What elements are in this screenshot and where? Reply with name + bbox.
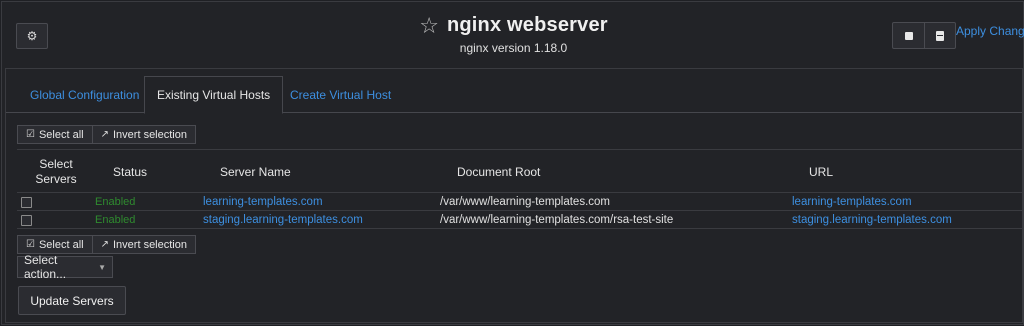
select-all-label: Select all <box>38 238 84 251</box>
tabs-panel: Global Configuration Existing Virtual Ho… <box>5 68 1023 323</box>
select-action-value: Select action... <box>24 253 67 281</box>
header-document-root: Document Root <box>457 165 541 179</box>
virtual-hosts-table: Select Servers Status Server Name Docume… <box>17 149 1023 229</box>
check-square-icon: ☑ <box>26 239 35 250</box>
share-icon: ↗ <box>100 239 109 250</box>
view-config-button[interactable] <box>924 23 955 48</box>
header-button-group <box>892 22 956 49</box>
title-area: ☆ nginx webserver nginx version 1.18.0 <box>2 14 1024 55</box>
table-row: Enabled staging.learning-templates.com /… <box>17 211 1023 229</box>
select-all-button[interactable]: ☑ Select all <box>17 235 93 254</box>
apply-changes-link[interactable]: Apply Changes <box>956 24 1024 38</box>
invert-selection-button[interactable]: ↗ Invert selection <box>92 235 196 254</box>
url-link[interactable]: staging.learning-templates.com <box>792 211 952 229</box>
star-icon[interactable]: ☆ <box>419 14 439 37</box>
header-select-servers: Select Servers <box>35 157 77 186</box>
check-square-icon: ☑ <box>26 129 35 140</box>
select-action-dropdown[interactable]: Select action... ▼ <box>17 253 113 281</box>
server-name-link[interactable]: staging.learning-templates.com <box>203 211 363 229</box>
selection-bar-top: ☑ Select all ↗ Invert selection <box>17 125 196 144</box>
stop-icon <box>904 31 913 40</box>
select-all-button[interactable]: ☑ Select all <box>17 125 93 144</box>
module-header: ⚙ ☆ nginx webserver nginx version 1.18.0… <box>2 2 1024 66</box>
document-root-cell: /var/www/learning-templates.com <box>440 196 611 208</box>
page-title: nginx webserver <box>446 14 608 36</box>
tab-existing-virtual-hosts[interactable]: Existing Virtual Hosts <box>144 76 284 114</box>
select-all-label: Select all <box>38 128 84 141</box>
url-link[interactable]: learning-templates.com <box>792 193 912 211</box>
invert-selection-label: Invert selection <box>113 128 187 141</box>
header-url: URL <box>809 165 834 179</box>
webmin-module-frame: ⚙ ☆ nginx webserver nginx version 1.18.0… <box>1 1 1024 325</box>
header-server-name: Server Name <box>220 165 291 179</box>
share-icon: ↗ <box>100 129 109 140</box>
table-row: Enabled learning-templates.com /var/www/… <box>17 193 1023 211</box>
stop-server-button[interactable] <box>893 23 924 48</box>
update-servers-button[interactable]: Update Servers <box>18 286 126 315</box>
caret-down-icon: ▼ <box>98 262 106 272</box>
tab-create-virtual-host[interactable]: Create Virtual Host <box>278 76 403 113</box>
book-icon <box>936 30 944 41</box>
tab-global-configuration[interactable]: Global Configuration <box>18 76 151 113</box>
page-subtitle: nginx version 1.18.0 <box>459 41 568 55</box>
status-badge: Enabled <box>95 196 136 208</box>
invert-selection-button[interactable]: ↗ Invert selection <box>92 125 196 144</box>
row-checkbox[interactable] <box>21 196 32 208</box>
invert-selection-label: Invert selection <box>113 238 187 251</box>
server-name-link[interactable]: learning-templates.com <box>203 193 323 211</box>
tab-bar: Global Configuration Existing Virtual Ho… <box>6 76 1022 114</box>
table-header: Select Servers Status Server Name Docume… <box>17 149 1023 193</box>
row-checkbox[interactable] <box>21 214 32 226</box>
document-root-cell: /var/www/learning-templates.com/rsa-test… <box>440 214 674 226</box>
status-badge: Enabled <box>95 214 136 226</box>
header-status: Status <box>113 165 148 179</box>
selection-bar-bottom: ☑ Select all ↗ Invert selection <box>17 235 196 254</box>
